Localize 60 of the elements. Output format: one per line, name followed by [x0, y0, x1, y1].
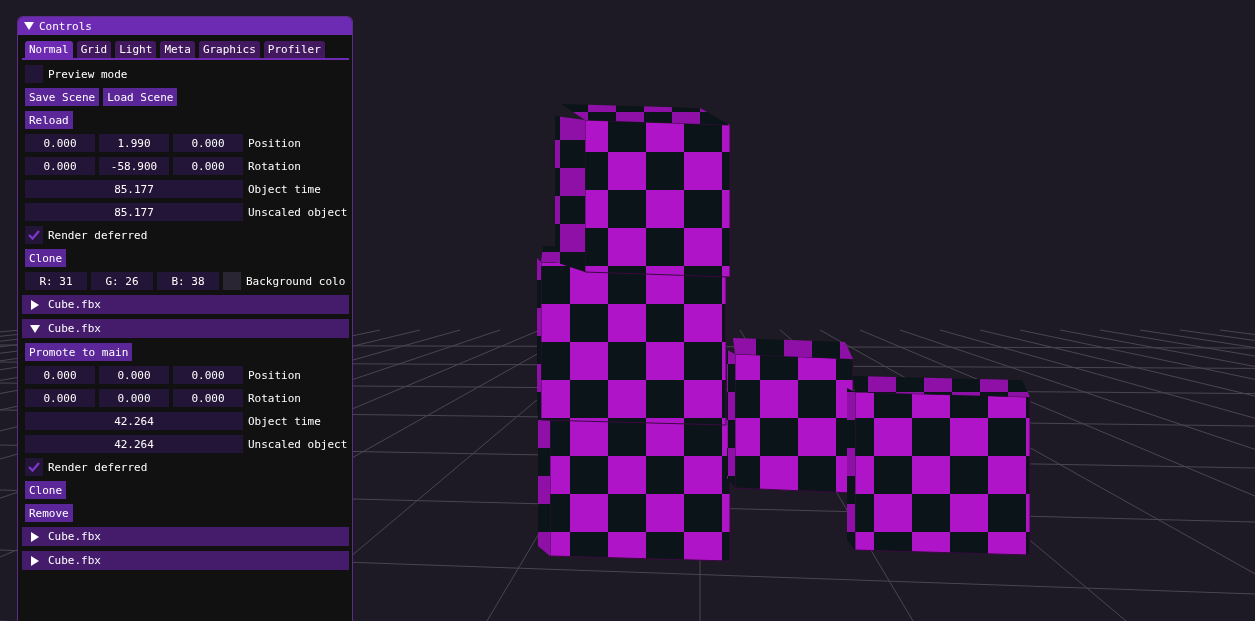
object-header[interactable]: Cube.fbx	[22, 527, 349, 546]
field-label: Rotation	[248, 391, 301, 405]
time-field[interactable]: 42.264	[25, 412, 243, 430]
object-name: Cube.fbx	[48, 322, 101, 335]
rotation-field[interactable]: 0.000	[173, 157, 243, 175]
object-header[interactable]: Cube.fbx	[22, 319, 349, 338]
checkbox-label: Render deferred	[48, 460, 148, 474]
field-label: Unscaled object	[248, 205, 348, 219]
object-name: Cube.fbx	[48, 554, 101, 567]
field-label: Background colo	[246, 274, 346, 288]
tab[interactable]: Grid	[76, 41, 112, 58]
field-label: Position	[248, 368, 301, 382]
checkmark-icon	[28, 230, 40, 240]
checkbox-label: Preview mode	[48, 67, 128, 81]
rotation-field[interactable]: 0.000	[99, 389, 169, 407]
color-channel-field[interactable]: R: 31	[25, 272, 87, 290]
field-label: Position	[248, 136, 301, 150]
rotation-field[interactable]: 0.000	[25, 389, 95, 407]
time-field[interactable]: 42.264	[25, 435, 243, 453]
field-label: Unscaled object	[248, 437, 348, 451]
button[interactable]: Promote to main	[25, 343, 133, 361]
tab[interactable]: Normal	[25, 41, 73, 58]
checkbox[interactable]	[25, 65, 43, 83]
tab[interactable]: Graphics	[198, 41, 260, 58]
rotation-field[interactable]: -58.900	[99, 157, 169, 175]
object-name: Cube.fbx	[48, 298, 101, 311]
button[interactable]: Save Scene	[25, 88, 100, 106]
object-name: Cube.fbx	[48, 530, 101, 543]
position-field[interactable]: 0.000	[99, 366, 169, 384]
position-field[interactable]: 0.000	[173, 366, 243, 384]
tab[interactable]: Profiler	[263, 41, 325, 58]
window-title: Controls	[39, 19, 92, 33]
time-field[interactable]: 85.177	[25, 180, 243, 198]
time-field[interactable]: 85.177	[25, 203, 243, 221]
button[interactable]: Reload	[25, 111, 73, 129]
tab[interactable]: Meta	[160, 41, 195, 58]
checkbox[interactable]	[25, 226, 43, 244]
color-channel-field[interactable]: B: 38	[157, 272, 219, 290]
object-header[interactable]: Cube.fbx	[22, 295, 349, 314]
field-label: Rotation	[248, 159, 301, 173]
checkmark-icon	[28, 462, 40, 472]
position-field[interactable]: 0.000	[25, 366, 95, 384]
button[interactable]: Clone	[25, 249, 67, 267]
object-header[interactable]: Cube.fbx	[22, 551, 349, 570]
tab[interactable]: Light	[115, 41, 157, 58]
button[interactable]: Clone	[25, 481, 67, 499]
button[interactable]: Load Scene	[103, 88, 178, 106]
rotation-field[interactable]: 0.000	[25, 157, 95, 175]
window-title-bar[interactable]: Controls	[18, 17, 352, 35]
field-label: Object time	[248, 414, 321, 428]
color-swatch[interactable]	[223, 272, 241, 290]
position-field[interactable]: 0.000	[173, 134, 243, 152]
checkbox[interactable]	[25, 458, 43, 476]
field-label: Object time	[248, 182, 321, 196]
rotation-field[interactable]: 0.000	[173, 389, 243, 407]
color-channel-field[interactable]: G: 26	[91, 272, 153, 290]
position-field[interactable]: 0.000	[25, 134, 95, 152]
checkbox-label: Render deferred	[48, 228, 148, 242]
button[interactable]: Remove	[25, 504, 73, 522]
position-field[interactable]: 1.990	[99, 134, 169, 152]
